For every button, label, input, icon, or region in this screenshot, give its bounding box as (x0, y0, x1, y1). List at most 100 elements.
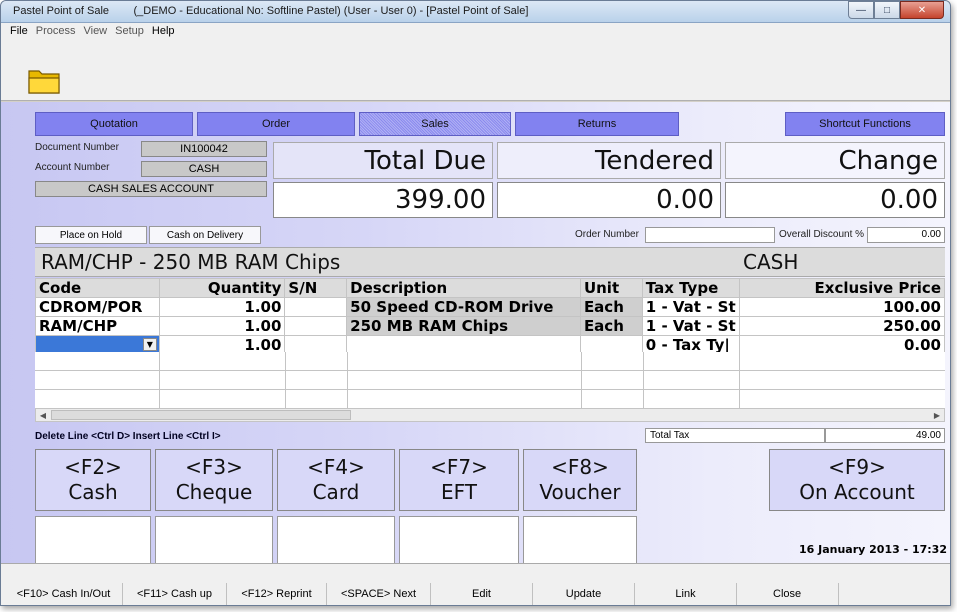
scroll-left-icon[interactable]: ◀ (36, 409, 50, 421)
card-amount-input[interactable] (277, 516, 395, 564)
maximize-button[interactable]: □ (874, 1, 900, 19)
date-time: 16 January 2013 - 17:32 (798, 543, 947, 556)
cell-code[interactable]: RAM/CHP (35, 316, 160, 336)
total-tax-value: 49.00 (825, 428, 945, 443)
app-name: Pastel Point of Sale (13, 5, 110, 17)
link-button[interactable]: Link (635, 583, 737, 605)
close-window-button[interactable]: ✕ (900, 1, 944, 19)
cell-sn[interactable] (284, 316, 348, 336)
menu-view[interactable]: View (80, 23, 112, 41)
column-header-quantity[interactable]: Quantity (158, 278, 286, 298)
overall-discount-input[interactable]: 0.00 (867, 227, 945, 243)
cash-label: Cash (68, 480, 118, 504)
column-header-sn[interactable]: S/N (284, 278, 348, 298)
cell-sn[interactable] (284, 297, 348, 317)
menu-process[interactable]: Process (33, 23, 81, 41)
column-header-description[interactable]: Description (346, 278, 581, 298)
cash-payment-button[interactable]: <F2> Cash (35, 449, 151, 511)
shortcut-functions-button[interactable]: Shortcut Functions (785, 112, 945, 136)
table-row[interactable]: RAM/CHP 1.00 250 MB RAM Chips Each 1 - V… (35, 316, 946, 336)
order-number-input[interactable] (645, 227, 775, 243)
chevron-down-icon[interactable]: ▼ (142, 338, 157, 351)
eft-key: <F7> (430, 455, 488, 479)
invoice-lines-grid: Code Quantity S/N Description Unit Tax T… (35, 278, 946, 355)
grid-empty-rows (35, 352, 945, 408)
cell-price[interactable]: 250.00 (738, 316, 946, 336)
cell-quantity[interactable]: 1.00 (158, 297, 286, 317)
cell-price[interactable]: 100.00 (738, 297, 946, 317)
voucher-key: <F8> (551, 455, 609, 479)
cheque-payment-button[interactable]: <F3> Cheque (155, 449, 273, 511)
current-item-description: RAM/CHP - 250 MB RAM Chips (41, 250, 341, 274)
account-number-label: Account Number (35, 162, 110, 173)
voucher-payment-button[interactable]: <F8> Voucher (523, 449, 637, 511)
order-number-label: Order Number (575, 229, 639, 240)
on-account-payment-button[interactable]: <F9> On Account (769, 449, 945, 511)
place-on-hold-button[interactable]: Place on Hold (35, 226, 147, 244)
column-header-price[interactable]: Exclusive Price (738, 278, 946, 298)
card-payment-button[interactable]: <F4> Card (277, 449, 395, 511)
cell-unit: Each (579, 297, 643, 317)
pos-work-area: Quotation Order Sales Returns Shortcut F… (1, 102, 950, 582)
card-label: Card (312, 480, 360, 504)
scrollbar-thumb[interactable] (51, 410, 351, 420)
grid-lines (35, 352, 945, 408)
cash-amount-input[interactable] (35, 516, 151, 564)
cell-code[interactable]: CDROM/POR (35, 297, 160, 317)
total-tax-label: Total Tax (645, 428, 825, 443)
on-account-key: <F9> (828, 455, 886, 479)
edit-button[interactable]: Edit (431, 583, 533, 605)
scroll-right-icon[interactable]: ▶ (930, 409, 944, 421)
minimize-button[interactable]: — (848, 1, 874, 19)
voucher-amount-input[interactable] (523, 516, 637, 564)
eft-payment-button[interactable]: <F7> EFT (399, 449, 519, 511)
tendered-value[interactable]: 0.00 (497, 182, 721, 218)
update-button[interactable]: Update (533, 583, 635, 605)
close-icon: ✕ (917, 4, 927, 16)
column-header-unit[interactable]: Unit (579, 278, 643, 298)
cash-on-delivery-button[interactable]: Cash on Delivery (149, 226, 261, 244)
column-header-code[interactable]: Code (35, 278, 160, 298)
close-button[interactable]: Close (737, 583, 839, 605)
title-bar: Pastel Point of Sale (_DEMO - Educationa… (1, 1, 950, 23)
document-number-label: Document Number (35, 142, 119, 153)
menu-setup[interactable]: Setup (112, 23, 149, 41)
cell-unit: Each (579, 316, 643, 336)
horizontal-scrollbar[interactable]: ◀ ▶ (35, 408, 945, 422)
app-window: Pastel Point of Sale (_DEMO - Educationa… (0, 0, 951, 606)
cell-description: 250 MB RAM Chips (346, 316, 581, 336)
current-account: CASH (743, 250, 799, 274)
toolbar (1, 41, 950, 101)
cash-up-button[interactable]: <F11> Cash up (123, 583, 227, 605)
returns-button[interactable]: Returns (515, 112, 679, 136)
total-due-label: Total Due (273, 142, 493, 179)
account-name-field: CASH SALES ACCOUNT (35, 181, 267, 197)
quotation-button[interactable]: Quotation (35, 112, 193, 136)
cell-tax-type[interactable]: 1 - Vat - St (641, 297, 740, 317)
menu-help[interactable]: Help (149, 23, 180, 41)
minimize-icon: — (856, 4, 866, 16)
sales-button[interactable]: Sales (359, 112, 511, 136)
bottom-button-bar: <F10> Cash In/Out <F11> Cash up <F12> Re… (1, 563, 950, 605)
grid-header-row: Code Quantity S/N Description Unit Tax T… (35, 278, 946, 298)
window-controls: — □ ✕ (848, 1, 944, 19)
cell-quantity[interactable]: 1.00 (158, 316, 286, 336)
column-header-tax-type[interactable]: Tax Type (641, 278, 740, 298)
account-number-field[interactable]: CASH (141, 161, 267, 177)
table-row[interactable]: CDROM/POR 1.00 50 Speed CD-ROM Drive Eac… (35, 297, 946, 317)
overall-discount-label: Overall Discount % (779, 229, 865, 240)
order-button[interactable]: Order (197, 112, 355, 136)
open-folder-button[interactable] (27, 65, 61, 95)
document-number-field: IN100042 (141, 141, 267, 157)
current-item-bar: RAM/CHP - 250 MB RAM Chips CASH (35, 247, 945, 277)
next-button[interactable]: <SPACE> Next (327, 583, 431, 605)
card-key: <F4> (307, 455, 365, 479)
cash-in-out-button[interactable]: <F10> Cash In/Out (5, 583, 123, 605)
reprint-button[interactable]: <F12> Reprint (227, 583, 327, 605)
eft-amount-input[interactable] (399, 516, 519, 564)
cheque-label: Cheque (175, 480, 253, 504)
maximize-icon: □ (883, 4, 891, 16)
menu-file[interactable]: File (7, 23, 33, 41)
cheque-amount-input[interactable] (155, 516, 273, 564)
cell-tax-type[interactable]: 1 - Vat - St (641, 316, 740, 336)
